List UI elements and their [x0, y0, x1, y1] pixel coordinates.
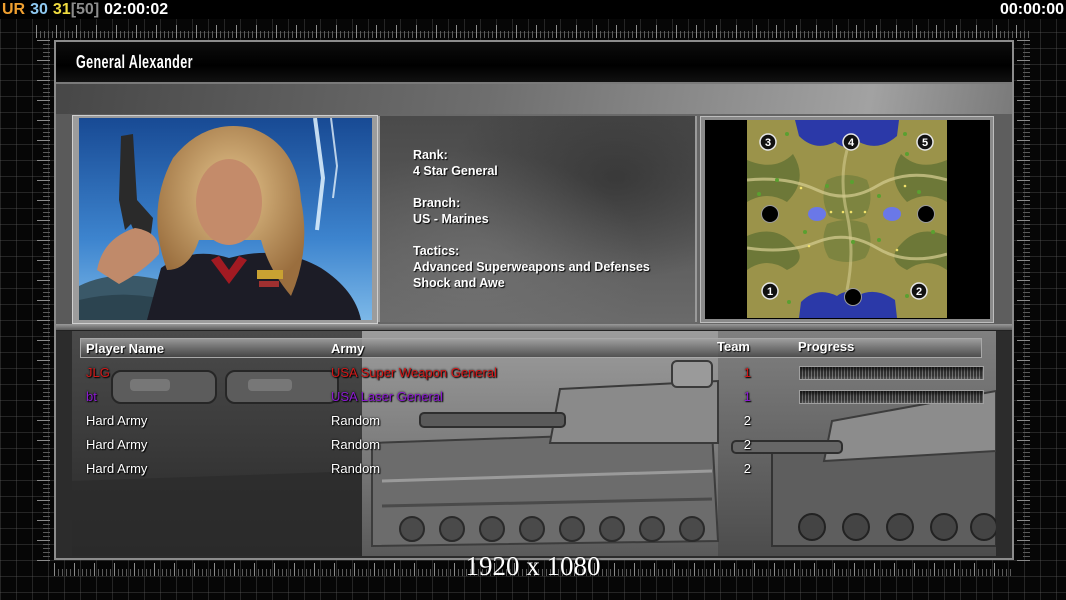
player-army: Random — [331, 461, 381, 476]
start-position-marker: 2 — [910, 282, 928, 300]
hud-game-clock: 02:00:02 — [104, 1, 169, 18]
start-position-marker-empty — [761, 205, 779, 223]
hud-bar: UR 30 31[50] 02:00:02 00:00:00 — [0, 0, 1066, 19]
start-position-marker-empty — [917, 205, 935, 223]
branch-label: Branch: — [413, 196, 461, 210]
general-info-text: Rank: 4 Star General Branch: US - Marine… — [413, 147, 650, 307]
minimap: 3 4 5 1 2 — [746, 120, 948, 318]
start-position-marker: 1 — [761, 282, 779, 300]
hud-timer: 00:00:00 — [999, 1, 1064, 18]
player-team: 2 — [743, 461, 751, 476]
player-name: Hard Army — [86, 461, 148, 476]
player-row: JLG USA Super Weapon General 1 — [0, 365, 1066, 381]
start-position-label: 2 — [916, 286, 922, 298]
header-army: Army — [331, 341, 365, 356]
general-name-title: General Alexander — [76, 52, 193, 72]
header-team: Team — [717, 339, 750, 354]
player-name: Hard Army — [86, 437, 148, 452]
tactics-label: Tactics: — [413, 244, 460, 258]
player-row: Hard Army Random 2 — [0, 437, 1066, 453]
title-bar: General Alexander — [56, 42, 1012, 84]
ruler-top — [36, 25, 1030, 38]
section-divider — [56, 324, 1012, 331]
hud-value-yellow: 31 — [52, 1, 71, 18]
header-player-name: Player Name — [86, 341, 165, 356]
rank-value: 4 Star General — [413, 164, 498, 178]
player-team: 2 — [743, 413, 751, 428]
player-army: Random — [331, 413, 381, 428]
hud-label-ur: UR — [2, 1, 26, 18]
tactics-value: Advanced Superweapons and Defenses — [413, 260, 650, 274]
player-army: Random — [331, 437, 381, 452]
player-progress-bar — [799, 390, 984, 404]
player-team: 2 — [743, 437, 751, 452]
start-position-marker: 5 — [916, 133, 934, 151]
start-position-label: 5 — [922, 137, 928, 149]
start-position-marker: 3 — [759, 133, 777, 151]
player-army: USA Laser General — [331, 389, 444, 404]
hud-stats: UR 30 31[50] 02:00:02 — [2, 0, 173, 19]
ruler-right — [1017, 40, 1030, 562]
header-progress: Progress — [798, 339, 855, 354]
branch-value: US - Marines — [413, 212, 489, 226]
player-team: 1 — [743, 365, 751, 380]
player-name: JLG — [86, 365, 110, 380]
hud-value-blue: 30 — [30, 1, 48, 18]
player-row: bt USA Laser General 1 — [0, 389, 1066, 405]
player-name: bt — [86, 389, 97, 404]
player-army: USA Super Weapon General — [331, 365, 497, 380]
start-position-marker-empty — [844, 288, 862, 306]
player-name: Hard Army — [86, 413, 148, 428]
start-position-marker: 4 — [842, 133, 860, 151]
player-progress-bar — [799, 366, 984, 380]
player-row: Hard Army Random 2 — [0, 413, 1066, 429]
resolution-caption: 1920 x 1080 — [465, 551, 601, 581]
general-portrait — [79, 118, 372, 320]
tactics-value: Shock and Awe — [413, 276, 505, 290]
start-position-label: 1 — [767, 286, 773, 298]
start-position-label: 4 — [848, 137, 855, 149]
hud-value-limit: [50] — [70, 1, 100, 18]
metal-strip — [56, 84, 1012, 115]
player-team: 1 — [743, 389, 751, 404]
player-row: Hard Army Random 2 — [0, 461, 1066, 477]
ruler-left — [37, 40, 50, 562]
rank-label: Rank: — [413, 148, 448, 162]
start-position-label: 3 — [765, 137, 771, 149]
